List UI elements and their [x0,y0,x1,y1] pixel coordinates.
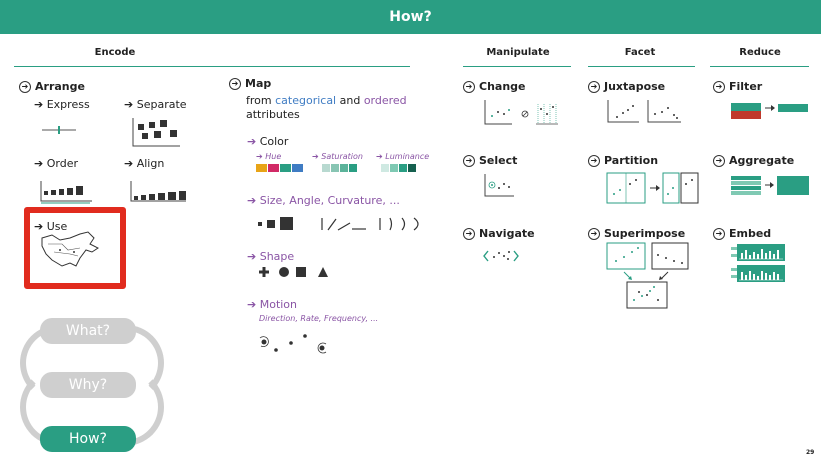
navigate-glyph [483,250,519,262]
arrow-circle-icon: ➔ [713,155,725,167]
arrow-circle-icon: ➔ [588,155,600,167]
luminance-label: ➔ Luminance [376,152,430,161]
aggregate-glyph [731,176,809,195]
arrow-circle-icon: ➔ [588,81,600,93]
separate-label: ➔ Separate [124,98,187,111]
arrow-circle-icon: ➔ [463,228,475,240]
arrow-icon: ➔ [247,298,260,311]
motion-label: ➔ Motion [247,298,298,311]
column-reduce: Reduce [739,47,781,58]
arrow-icon: ➔ [124,157,137,170]
motion-glyphs [259,334,327,354]
header-bar: How? [0,0,821,34]
select-glyph [484,174,514,197]
partition-glyph [606,172,699,204]
map-icon [41,231,99,267]
juxtapose-heading: ➔ Juxtapose [588,80,665,93]
align-label: ➔ Align [124,157,165,170]
embed-heading: ➔ Embed [713,227,771,240]
arrow-circle-icon: ➔ [713,81,725,93]
size-label: ➔ Size, Angle, Curvature, ... [247,194,400,207]
arrange-heading: ➔ Arrange [19,80,85,93]
superimpose-glyph [606,242,689,309]
arrow-circle-icon: ➔ [588,228,600,240]
nav-how[interactable]: How? [40,426,136,452]
arrow-icon: ➔ [247,135,260,148]
separate-glyph [132,118,180,147]
arrow-circle-icon: ➔ [713,228,725,240]
navigate-heading: ➔ Navigate [463,227,535,240]
select-heading: ➔ Select [463,154,517,167]
size-angle-curvature-glyphs [258,217,419,231]
ordered-text: ordered [363,94,407,107]
arrow-icon: ➔ [34,157,47,170]
arrow-circle-icon: ➔ [19,81,31,93]
color-swatches [256,164,416,172]
column-manipulate: Manipulate [486,47,550,58]
manipulate-rule [463,66,571,67]
arrow-circle-icon: ➔ [229,78,241,90]
encode-rule [14,66,410,67]
nav-why[interactable]: Why? [40,372,136,398]
align-glyph [130,181,186,202]
arrow-icon: ➔ [34,98,47,111]
color-label: ➔ Color [247,135,289,148]
column-encode: Encode [94,47,136,58]
page-number: 29 [806,449,815,456]
nav-what[interactable]: What? [40,318,136,344]
order-glyph [40,181,92,204]
partition-heading: ➔ Partition [588,154,658,167]
order-label: ➔ Order [34,157,78,170]
saturation-label: ➔ Saturation [312,152,363,161]
arrow-icon: ➔ [247,250,260,263]
superimpose-heading: ➔ Superimpose [588,227,685,240]
motion-sub-label: Direction, Rate, Frequency, ... [259,314,379,323]
juxtapose-glyph [607,100,681,123]
shape-glyphs [259,267,328,277]
express-glyph [42,126,76,134]
change-heading: ➔ Change [463,80,526,93]
express-label: ➔ Express [34,98,90,111]
embed-glyph [731,244,785,282]
aggregate-heading: ➔ Aggregate [713,154,794,167]
filter-glyph [731,103,808,119]
header-title: How? [389,9,432,25]
map-description: from categorical and ordered attributes [246,94,407,121]
shape-label: ➔ Shape [247,250,295,263]
reduce-rule [710,66,809,67]
arrow-icon: ➔ [124,98,137,111]
arrow-circle-icon: ➔ [463,155,475,167]
facet-rule [588,66,695,67]
map-heading: ➔ Map [229,77,271,90]
categorical-text: categorical [275,94,337,107]
change-glyph [484,100,558,125]
arrow-circle-icon: ➔ [463,81,475,93]
column-facet: Facet [624,47,656,58]
filter-heading: ➔ Filter [713,80,762,93]
arrow-icon: ➔ [247,194,260,207]
hue-label: ➔ Hue [256,152,282,161]
